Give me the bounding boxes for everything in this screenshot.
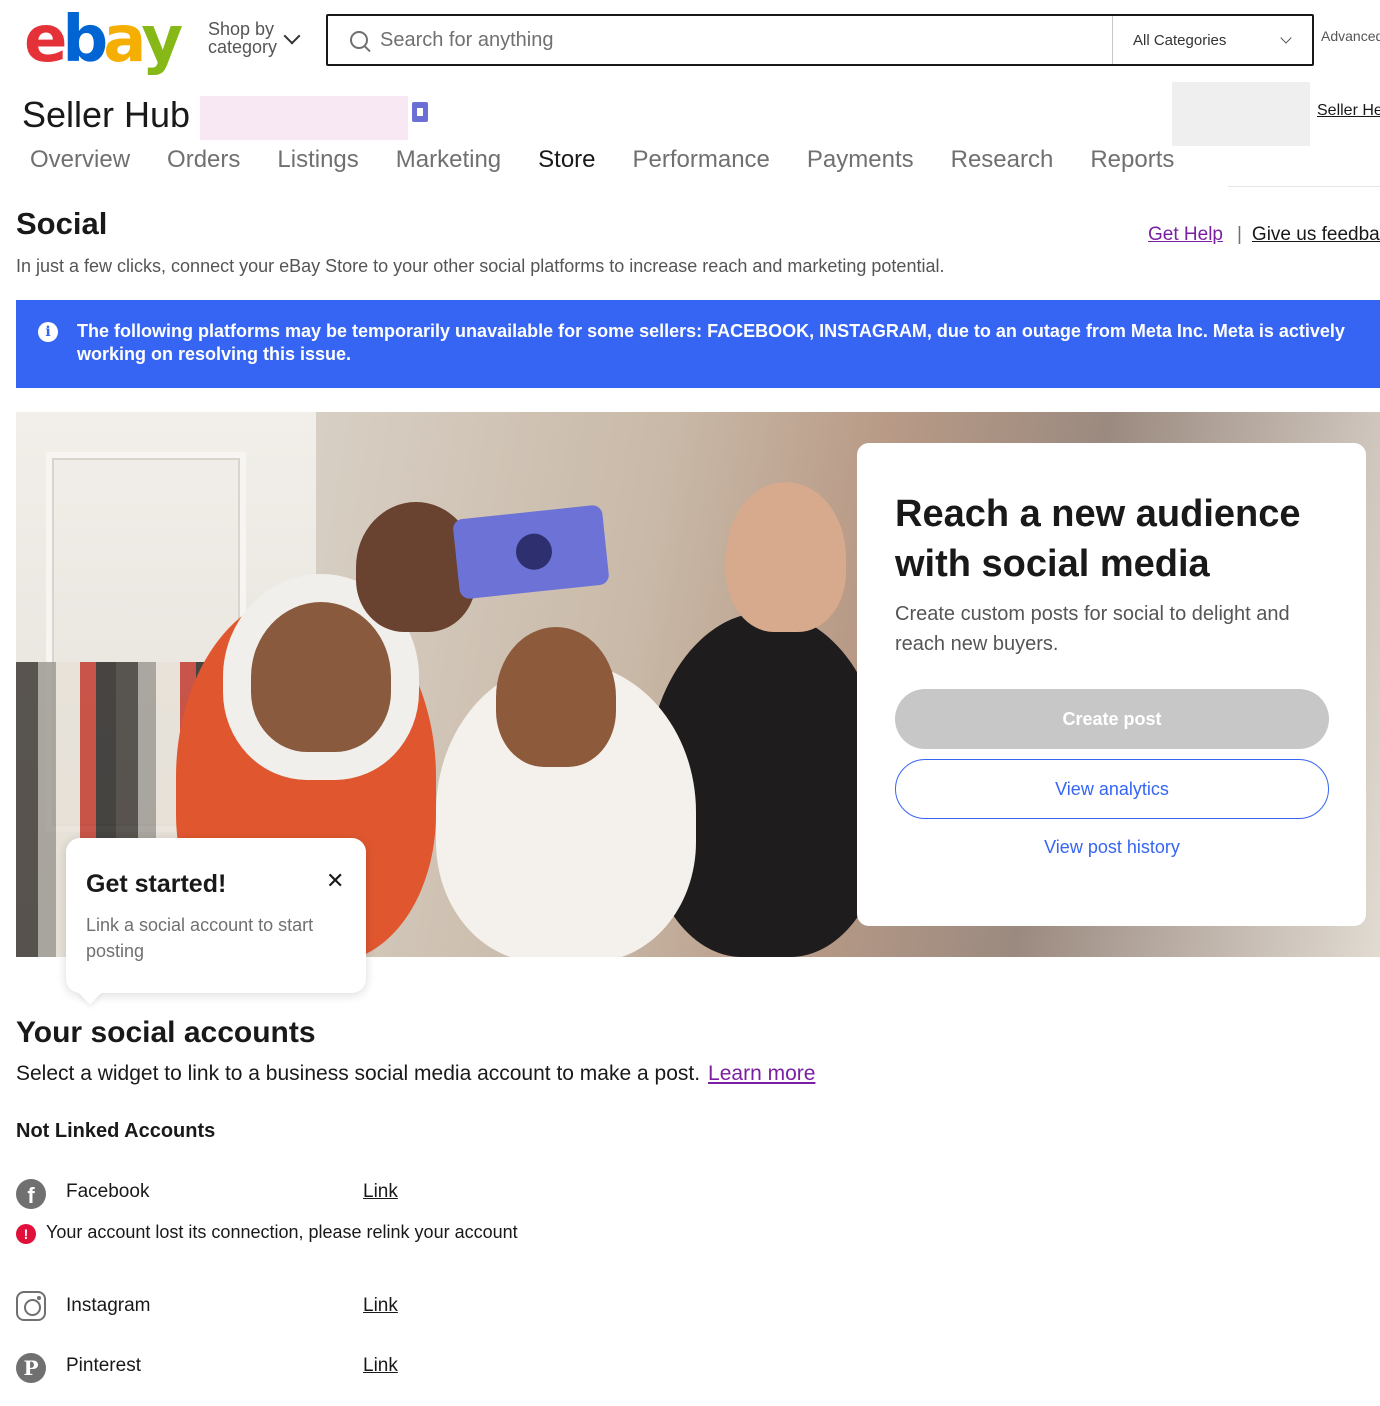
shop-by-line2: category [208,37,278,57]
category-select[interactable]: All Categories [1112,16,1312,64]
learn-more-link[interactable]: Learn more [708,1062,815,1085]
hero-person-head [726,482,846,632]
facebook-icon: f [16,1179,46,1209]
page-subtitle: In just a few clicks, connect your eBay … [16,256,945,276]
facebook-error-text: Your account lost its connection, please… [46,1222,518,1242]
shop-by-category-button[interactable]: Shop by category [208,20,277,56]
feedback-link[interactable]: Give us feedback [1252,224,1380,245]
logo-letter-e: e [24,3,67,77]
banner-text: The following platforms may be temporari… [77,321,1345,364]
info-icon: i [38,322,58,342]
search-icon [350,31,368,49]
category-select-value: All Categories [1133,31,1227,49]
tooltip-text: Link a social account to start posting [86,915,314,961]
tab-performance[interactable]: Performance [633,146,770,174]
advanced-search-link[interactable]: Advanced [1321,28,1380,44]
instagram-icon [16,1291,46,1321]
view-analytics-button[interactable]: View analytics [895,759,1329,819]
tab-research[interactable]: Research [951,146,1054,174]
account-name-facebook: Facebook [66,1181,150,1202]
separator: | [1236,224,1242,245]
search-input[interactable] [380,28,1100,52]
pinterest-icon: P [16,1353,46,1383]
account-name-pinterest: Pinterest [66,1355,141,1376]
search-bar: All Categories [326,14,1314,66]
social-accounts-subtitle: Select a widget to link to a business so… [16,1062,815,1086]
tab-listings[interactable]: Listings [277,146,358,174]
tab-store[interactable]: Store [538,146,595,174]
seller-help-link[interactable]: Seller Help [1317,102,1380,120]
hero-card: Reach a new audience with social media C… [857,443,1366,926]
not-linked-label: Not Linked Accounts [16,1120,216,1142]
get-started-tooltip: Get started! ✕ Link a social account to … [66,838,366,993]
hero-person-head [496,627,616,767]
tab-reports[interactable]: Reports [1090,146,1174,174]
tab-marketing[interactable]: Marketing [396,146,501,174]
social-accounts-title: Your social accounts [16,1016,316,1049]
page-title: Social [16,206,108,241]
create-post-button[interactable]: Create post [895,689,1329,749]
logo-letter-b: b [62,3,108,77]
hero-phone [452,504,610,600]
seller-hub-title: Seller Hub [22,94,191,135]
view-post-history-link[interactable]: View post history [895,837,1329,858]
tab-orders[interactable]: Orders [167,146,240,174]
social-accounts-subtitle-text: Select a widget to link to a business so… [16,1062,701,1085]
link-facebook-button[interactable]: Link [363,1181,398,1203]
redacted-store-name [200,96,408,140]
ebay-logo[interactable]: ebay [24,3,183,77]
chevron-down-icon[interactable] [283,27,301,45]
link-pinterest-button[interactable]: Link [363,1355,398,1377]
help-links: Get Help | Give us feedback [1148,224,1380,246]
error-icon: ! [16,1224,36,1244]
account-name-instagram: Instagram [66,1295,151,1316]
get-help-link[interactable]: Get Help [1148,224,1223,245]
hero-person-head [251,602,391,752]
outage-banner: i The following platforms may be tempora… [16,300,1380,388]
logo-letter-a: a [103,3,146,77]
tab-overview[interactable]: Overview [30,146,130,174]
link-instagram-button[interactable]: Link [363,1295,398,1317]
avatar [1172,82,1310,146]
close-icon[interactable]: ✕ [326,868,344,894]
store-icon[interactable] [412,102,428,122]
chevron-down-icon [1280,32,1292,44]
seller-hub-nav: Overview Orders Listings Marketing Store… [30,146,1211,174]
logo-letter-y: y [141,3,183,77]
divider [1228,186,1380,187]
tooltip-title: Get started! [86,870,227,898]
shop-by-line1: Shop by [208,19,275,39]
hero-title: Reach a new audience with social media [895,493,1301,585]
tab-payments[interactable]: Payments [807,146,914,174]
hero-subtitle: Create custom posts for social to deligh… [895,603,1290,655]
